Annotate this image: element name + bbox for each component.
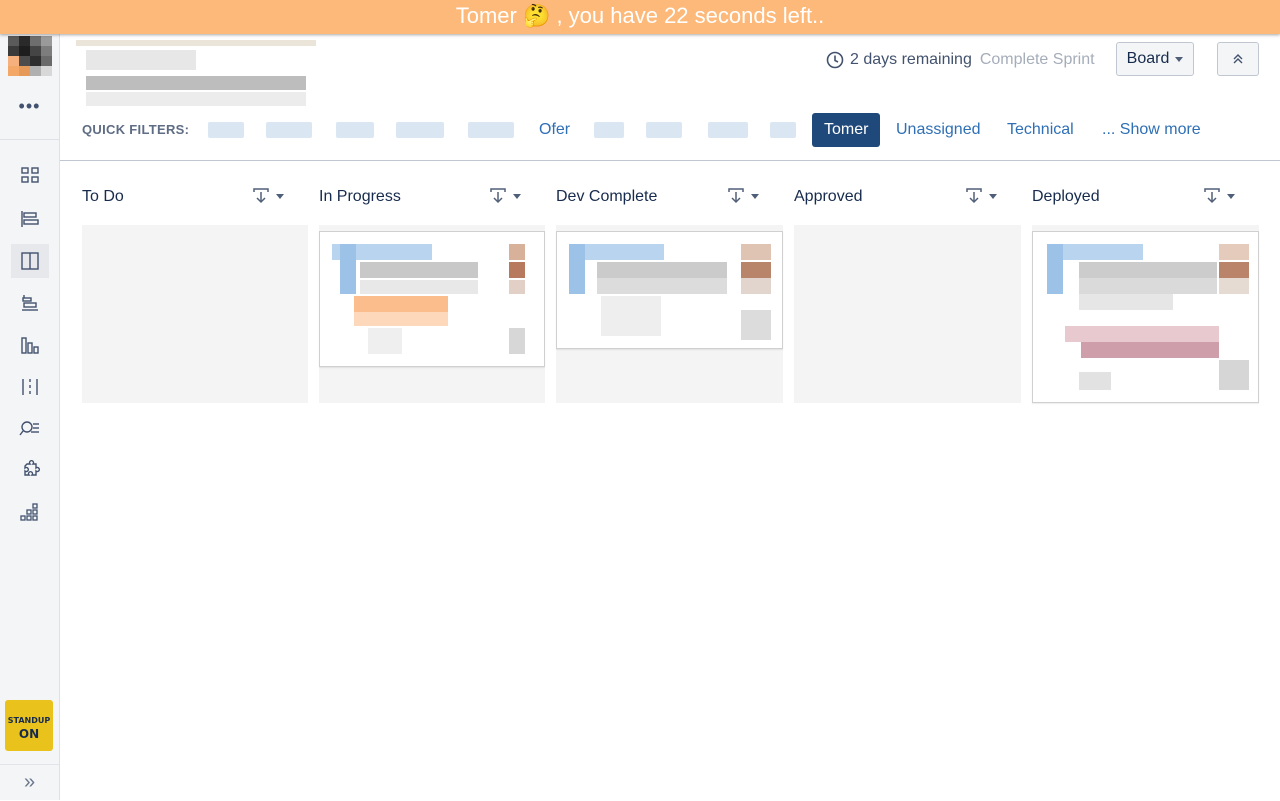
sidebar-divider xyxy=(0,139,59,140)
chevron-down-icon xyxy=(989,193,997,199)
issue-card[interactable] xyxy=(556,231,783,349)
download-icon xyxy=(966,188,982,204)
quick-filters-label: QUICK FILTERS: xyxy=(82,122,190,137)
column-header-dev-complete: Dev Complete xyxy=(556,188,658,205)
issue-card[interactable] xyxy=(1032,231,1259,403)
chevron-down-icon xyxy=(276,193,284,199)
filters-divider xyxy=(60,160,1280,161)
column-menu-deployed[interactable] xyxy=(1203,186,1235,206)
download-icon xyxy=(1204,188,1220,204)
quick-filter-redacted[interactable] xyxy=(208,122,244,138)
project-avatar[interactable] xyxy=(8,36,52,76)
column-header-approved: Approved xyxy=(794,188,863,205)
standup-state: ON xyxy=(18,727,40,741)
download-icon xyxy=(728,188,744,204)
quick-filter-redacted[interactable] xyxy=(594,122,624,138)
download-icon xyxy=(490,188,506,204)
chevron-down-icon xyxy=(513,193,521,199)
apps-icon[interactable] xyxy=(11,496,49,530)
column-header-todo: To Do xyxy=(82,188,124,205)
quick-filter-tomer[interactable]: Tomer xyxy=(812,113,881,147)
backlog-icon[interactable] xyxy=(11,159,49,193)
double-chevron-up-icon xyxy=(1233,54,1243,64)
addons-icon[interactable] xyxy=(11,454,49,488)
column-approved xyxy=(794,225,1021,403)
column-header-deployed: Deployed xyxy=(1032,188,1100,205)
quick-filter-redacted[interactable] xyxy=(770,122,796,138)
days-remaining: 2 days remaining xyxy=(850,51,972,68)
issues-icon[interactable] xyxy=(11,412,49,446)
more-menu-button[interactable]: ••• xyxy=(0,96,59,117)
complete-sprint-button[interactable]: Complete Sprint xyxy=(980,51,1095,69)
column-menu-todo[interactable] xyxy=(252,186,284,206)
board-icon[interactable] xyxy=(11,244,49,278)
standup-toggle[interactable]: STANDUP ON xyxy=(5,700,53,751)
column-todo xyxy=(82,225,308,403)
quick-filter-redacted[interactable] xyxy=(708,122,748,138)
countdown-banner: Tomer 🤔 , you have 22 seconds left.. xyxy=(0,0,1280,34)
roadmap-icon[interactable] xyxy=(11,202,49,236)
column-menu-dev-complete[interactable] xyxy=(727,186,759,206)
issue-card[interactable] xyxy=(319,231,545,367)
quick-filter-redacted[interactable] xyxy=(646,122,682,138)
sprint-info: 2 days remaining Complete Sprint xyxy=(826,48,1095,72)
quick-filter-redacted[interactable] xyxy=(266,122,312,138)
chevron-down-icon xyxy=(751,193,759,199)
column-menu-approved[interactable] xyxy=(965,186,997,206)
download-icon xyxy=(253,188,269,204)
column-header-in-progress: In Progress xyxy=(319,188,401,205)
reports-icon[interactable] xyxy=(11,328,49,362)
show-more-filters-link[interactable]: ... Show more xyxy=(1102,113,1201,147)
column-menu-in-progress[interactable] xyxy=(489,186,521,206)
quick-filter-unassigned[interactable]: Unassigned xyxy=(896,113,981,147)
quick-filter-redacted[interactable] xyxy=(396,122,444,138)
releases-icon[interactable] xyxy=(11,286,49,320)
chevron-down-icon xyxy=(1227,193,1235,199)
quick-filter-redacted[interactable] xyxy=(336,122,374,138)
collapse-header-button[interactable] xyxy=(1217,42,1259,76)
quick-filter-ofer[interactable]: Ofer xyxy=(539,113,570,147)
quick-filter-redacted[interactable] xyxy=(468,122,514,138)
board-button-label: Board xyxy=(1126,50,1170,67)
expand-sidebar-button[interactable]: » xyxy=(0,764,59,801)
board-dropdown-button[interactable]: Board xyxy=(1116,42,1194,76)
quick-filter-technical[interactable]: Technical xyxy=(1007,113,1074,147)
standup-label: STANDUP xyxy=(7,716,51,725)
chevron-down-icon xyxy=(1175,56,1184,62)
board-title-redacted xyxy=(76,40,316,108)
sidebar: ••• STANDUP ON » xyxy=(0,34,60,800)
components-icon[interactable] xyxy=(11,370,49,404)
clock-icon xyxy=(826,51,844,69)
